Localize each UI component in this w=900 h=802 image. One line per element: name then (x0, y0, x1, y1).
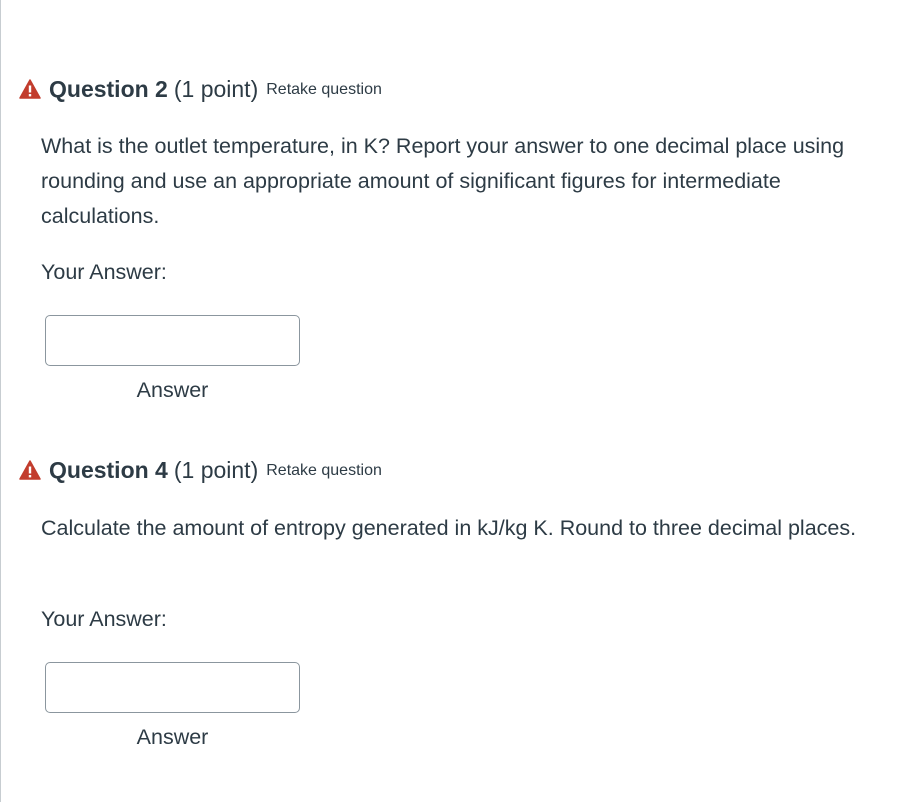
question-4: Question 4 (1 point) Retake question Cal… (1, 0, 900, 802)
question-points: (1 point) (173, 456, 259, 483)
answer-input[interactable] (45, 662, 300, 713)
question-title: Question 4 (49, 456, 168, 483)
your-answer-label: Your Answer: (41, 607, 167, 631)
warning-triangle-icon (19, 460, 41, 480)
question-header: Question 4 (1 point) Retake question (19, 455, 382, 485)
retake-question-label: Retake question (266, 462, 382, 479)
quiz-page: Question 2 (1 point) Retake question Wha… (0, 0, 900, 802)
question-text: Calculate the amount of entropy generate… (41, 516, 857, 540)
answer-caption: Answer (136, 725, 209, 749)
